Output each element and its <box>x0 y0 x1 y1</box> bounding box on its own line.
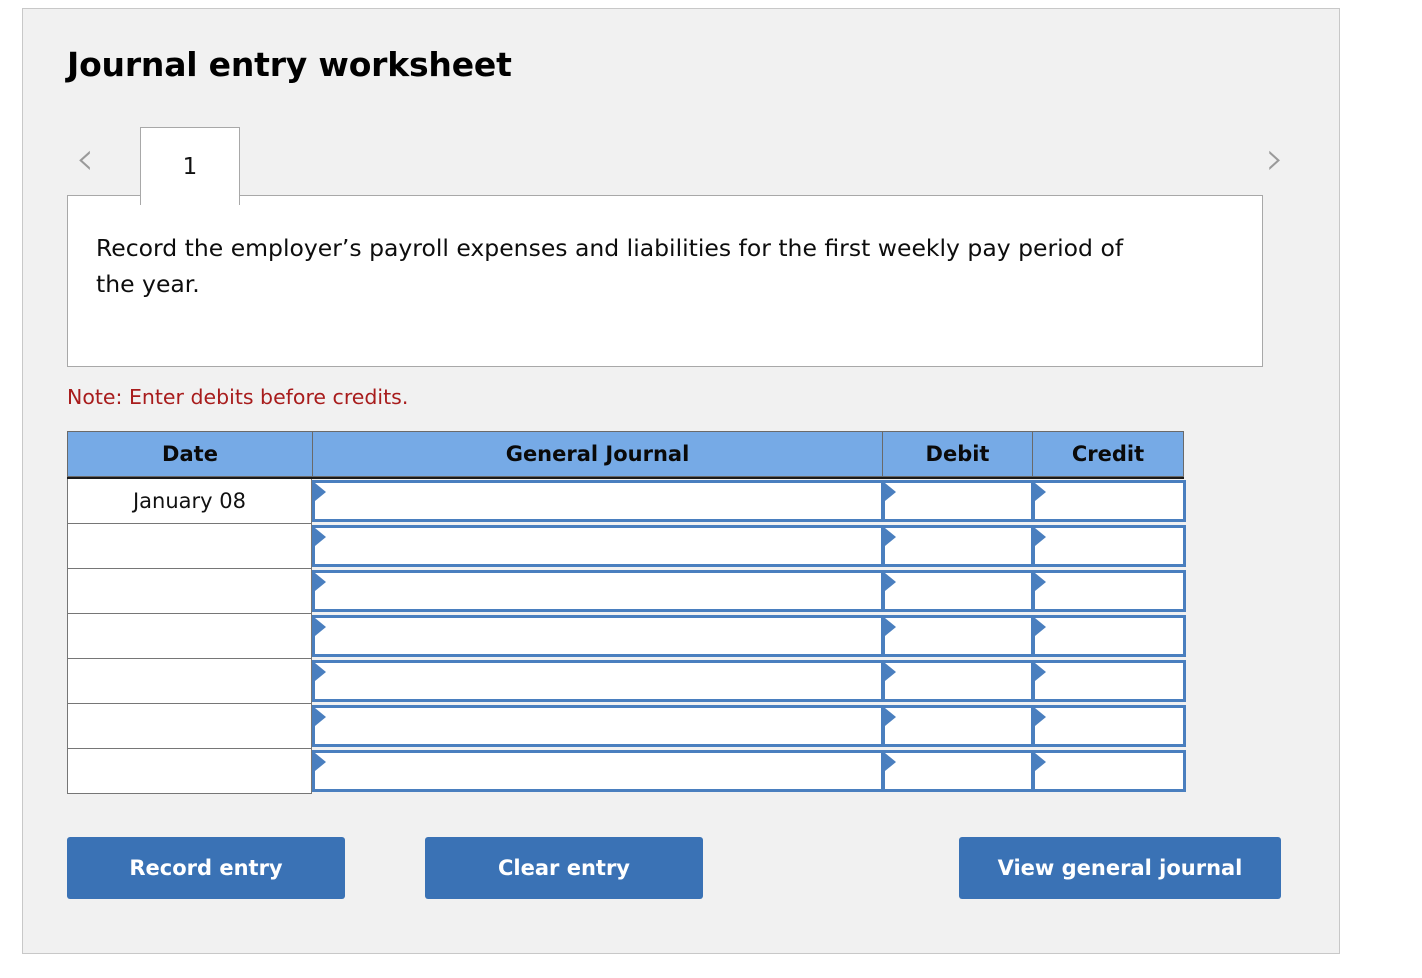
chevron-right-icon[interactable]: › <box>1257 133 1293 185</box>
credit-field-wrapper <box>1032 524 1186 569</box>
credit-input[interactable] <box>1032 570 1186 612</box>
date-cell[interactable] <box>67 614 312 659</box>
debit-field-wrapper <box>882 659 1034 704</box>
worksheet-tab-strip: ‹ 1 › <box>67 119 1297 205</box>
credit-input[interactable] <box>1032 615 1186 657</box>
general-journal-field-wrapper <box>312 524 884 569</box>
credit-input[interactable] <box>1032 525 1186 567</box>
general-journal-field-wrapper <box>312 569 884 614</box>
view-general-journal-button[interactable]: View general journal <box>959 837 1281 899</box>
general-journal-input[interactable] <box>312 705 884 747</box>
table-row <box>67 704 1186 749</box>
debit-input[interactable] <box>882 525 1034 567</box>
credit-input[interactable] <box>1032 480 1186 522</box>
journal-entry-table: Date General Journal Debit Credit Januar… <box>67 431 1186 794</box>
credit-field-wrapper <box>1032 749 1186 794</box>
date-cell[interactable] <box>67 569 312 614</box>
column-header-general-journal: General Journal <box>312 431 882 477</box>
credit-field-wrapper <box>1032 659 1186 704</box>
chevron-left-icon[interactable]: ‹ <box>67 133 103 185</box>
record-entry-button[interactable]: Record entry <box>67 837 345 899</box>
date-cell[interactable] <box>67 524 312 569</box>
date-cell[interactable] <box>67 659 312 704</box>
table-row <box>67 659 1186 704</box>
credit-field-wrapper <box>1032 704 1186 749</box>
table-body: January 08 <box>67 479 1186 794</box>
table-row <box>67 749 1186 794</box>
debit-input[interactable] <box>882 570 1034 612</box>
credit-input[interactable] <box>1032 750 1186 792</box>
table-row <box>67 569 1186 614</box>
date-cell[interactable]: January 08 <box>67 479 312 524</box>
general-journal-field-wrapper <box>312 614 884 659</box>
column-header-date: Date <box>67 431 312 477</box>
general-journal-field-wrapper <box>312 749 884 794</box>
debit-field-wrapper <box>882 614 1034 659</box>
debit-input[interactable] <box>882 480 1034 522</box>
general-journal-input[interactable] <box>312 660 884 702</box>
date-cell[interactable] <box>67 704 312 749</box>
debit-field-wrapper <box>882 479 1034 524</box>
worksheet-tab-1[interactable]: 1 <box>140 127 240 205</box>
credit-input[interactable] <box>1032 660 1186 702</box>
table-row: January 08 <box>67 479 1186 524</box>
debit-input[interactable] <box>882 615 1034 657</box>
credit-field-wrapper <box>1032 569 1186 614</box>
page-title: Journal entry worksheet <box>67 45 512 84</box>
clear-entry-button[interactable]: Clear entry <box>425 837 703 899</box>
debit-field-wrapper <box>882 704 1034 749</box>
general-journal-input[interactable] <box>312 570 884 612</box>
table-row <box>67 524 1186 569</box>
general-journal-input[interactable] <box>312 615 884 657</box>
column-header-credit: Credit <box>1032 431 1184 477</box>
debit-field-wrapper <box>882 569 1034 614</box>
note-text: Note: Enter debits before credits. <box>67 385 409 409</box>
date-cell[interactable] <box>67 749 312 794</box>
debit-input[interactable] <box>882 660 1034 702</box>
debit-field-wrapper <box>882 749 1034 794</box>
table-header-row: Date General Journal Debit Credit <box>67 431 1184 479</box>
debit-input[interactable] <box>882 705 1034 747</box>
credit-field-wrapper <box>1032 479 1186 524</box>
general-journal-input[interactable] <box>312 525 884 567</box>
journal-entry-panel: Journal entry worksheet ‹ 1 › Record the… <box>22 8 1340 954</box>
instruction-box: Record the employer’s payroll expenses a… <box>67 195 1263 367</box>
credit-input[interactable] <box>1032 705 1186 747</box>
credit-field-wrapper <box>1032 614 1186 659</box>
general-journal-input[interactable] <box>312 480 884 522</box>
general-journal-input[interactable] <box>312 750 884 792</box>
debit-input[interactable] <box>882 750 1034 792</box>
general-journal-field-wrapper <box>312 479 884 524</box>
general-journal-field-wrapper <box>312 659 884 704</box>
instruction-text: Record the employer’s payroll expenses a… <box>96 234 1124 298</box>
table-row <box>67 614 1186 659</box>
general-journal-field-wrapper <box>312 704 884 749</box>
debit-field-wrapper <box>882 524 1034 569</box>
column-header-debit: Debit <box>882 431 1032 477</box>
